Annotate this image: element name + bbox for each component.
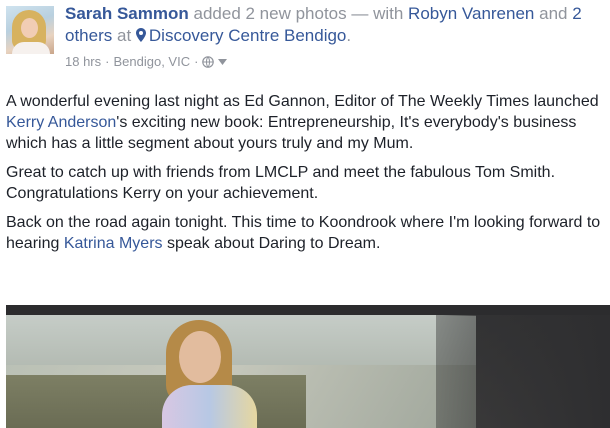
action-text: added 2 new photos — with: [193, 4, 404, 23]
meta-separator: ·: [105, 54, 110, 69]
kerry-anderson-link[interactable]: Kerry Anderson: [6, 114, 116, 131]
meta-separator-2: ·: [194, 54, 199, 69]
photo-field: [6, 375, 306, 428]
author-name-link[interactable]: Sarah Sammon: [65, 4, 189, 23]
avatar-shirt: [12, 42, 50, 54]
place-suffix: .: [346, 26, 352, 45]
post-paragraph-2: Great to catch up with friends from LMCL…: [6, 164, 556, 202]
post-paragraph-3: Back on the road again tonight. This tim…: [6, 212, 606, 254]
author-avatar[interactable]: [6, 6, 54, 54]
paragraph-1-text-a: A wonderful evening last night as Ed Gan…: [6, 93, 599, 110]
tagged-person-link[interactable]: Robyn Vanrenen: [408, 4, 534, 23]
map-pin-icon: [135, 28, 146, 42]
avatar-face: [21, 18, 38, 38]
and-text: and: [539, 4, 568, 23]
photo-person-top: [162, 385, 257, 428]
photo-ceiling: [6, 305, 610, 315]
timestamp-link[interactable]: 18 hrs: [65, 54, 101, 70]
post-body: A wonderful evening last night as Ed Gan…: [6, 91, 606, 262]
post-headline: Sarah Sammon added 2 new photos — with R…: [65, 3, 605, 47]
photo-stage-shadow: [436, 305, 610, 428]
katrina-myers-link[interactable]: Katrina Myers: [64, 235, 163, 252]
post-paragraph-1: A wonderful evening last night as Ed Gan…: [6, 91, 606, 154]
place-name: Discovery Centre Bendigo: [148, 26, 347, 45]
caret-down-icon[interactable]: [218, 59, 228, 65]
place-link[interactable]: Discovery Centre Bendigo: [135, 26, 347, 45]
post-photo[interactable]: [6, 305, 610, 428]
location-link[interactable]: Bendigo, VIC: [113, 54, 190, 70]
paragraph-3-text-b: speak about Daring to Dream.: [162, 235, 381, 252]
post-header: Sarah Sammon added 2 new photos — with R…: [0, 0, 610, 80]
at-text: at: [116, 26, 132, 45]
photo-person-face: [179, 331, 221, 383]
globe-icon[interactable]: [202, 56, 215, 68]
post-meta: 18 hrs · Bendigo, VIC ·: [65, 54, 228, 70]
